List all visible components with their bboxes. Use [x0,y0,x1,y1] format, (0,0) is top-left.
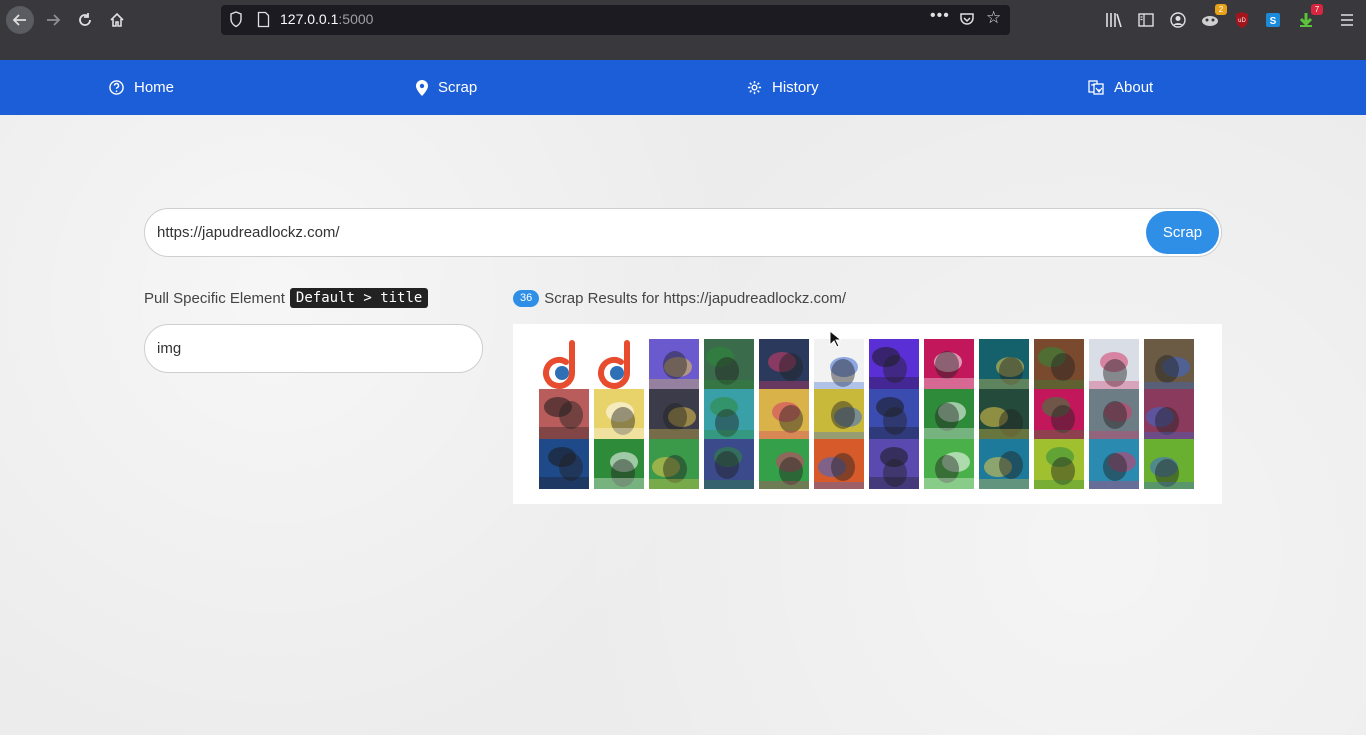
result-thumbnail[interactable] [649,439,699,489]
nav-about-link[interactable]: About [1088,60,1153,115]
result-thumbnail[interactable] [1034,389,1084,439]
result-thumbnail[interactable] [1089,339,1139,389]
url-input[interactable] [157,209,1137,256]
result-thumbnail[interactable] [594,339,644,389]
extension-a-badge: 2 [1215,4,1227,15]
library-icon[interactable] [1104,10,1124,30]
result-thumbnail[interactable] [594,389,644,439]
arrow-left-icon [12,14,26,26]
home-button[interactable] [103,6,131,34]
url-host: 127.0.0.1 [280,11,339,27]
result-thumbnail[interactable] [1144,439,1194,489]
result-thumbnail[interactable] [539,389,589,439]
mouse-cursor-icon [829,330,841,348]
nav-scrap-label: Scrap [438,79,478,96]
account-icon[interactable] [1168,10,1188,30]
address-url[interactable]: 127.0.0.1:5000 [280,11,373,27]
url-search-box: Scrap [144,208,1222,257]
back-button[interactable] [6,6,34,34]
result-thumbnail[interactable] [1089,439,1139,489]
page-icon[interactable] [257,11,270,28]
result-thumbnail[interactable] [814,439,864,489]
result-thumbnail[interactable] [539,339,589,389]
menu-icon[interactable] [1337,10,1357,30]
result-thumbnail[interactable] [704,439,754,489]
bookmark-star-icon[interactable]: ☆ [986,8,1001,28]
browser-toolbar: 127.0.0.1:5000 ••• ☆ 2 uD S 7 [0,0,1366,60]
result-thumbnail[interactable] [759,439,809,489]
results-heading-text: Scrap Results for https://japudreadlockz… [544,289,847,307]
extension-s-icon[interactable]: S [1263,10,1283,30]
pocket-icon[interactable] [959,11,975,27]
result-thumbnail[interactable] [924,439,974,489]
result-thumbnail[interactable] [869,389,919,439]
scrap-button[interactable]: Scrap [1146,211,1219,254]
result-thumbnail[interactable] [1144,339,1194,389]
sidebar-icon[interactable] [1136,10,1156,30]
nav-history-label: History [772,79,819,96]
result-thumbnail[interactable] [979,439,1029,489]
nav-home-link[interactable]: Home [109,60,174,115]
result-thumbnail[interactable] [924,389,974,439]
translate-icon [1088,80,1104,95]
forward-button[interactable] [39,6,67,34]
address-bar[interactable]: 127.0.0.1:5000 ••• ☆ [221,5,1010,35]
element-filter-text: Pull Specific Element [144,289,285,307]
default-tag-code: Default > title [289,288,429,308]
ublock-icon[interactable]: uD [1232,10,1252,30]
nav-about-label: About [1114,79,1154,96]
result-thumbnail[interactable] [1144,389,1194,439]
downloads-icon[interactable]: 7 [1296,4,1323,30]
nav-history-link[interactable]: History [747,60,819,115]
result-thumbnail[interactable] [649,389,699,439]
result-thumbnail[interactable] [1034,339,1084,389]
gear-icon [747,80,762,95]
svg-text:S: S [1270,16,1277,27]
result-thumbnail[interactable] [1034,439,1084,489]
arrow-right-icon [47,14,61,26]
results-heading: 36 Scrap Results for https://japudreadlo… [513,288,846,308]
downloads-badge: 7 [1311,4,1323,15]
url-port: :5000 [338,11,374,27]
reload-button[interactable] [71,6,99,34]
thumbnail-grid [539,339,1194,489]
home-icon [110,12,124,27]
result-thumbnail[interactable] [759,339,809,389]
result-thumbnail[interactable] [704,339,754,389]
result-thumbnail[interactable] [539,439,589,489]
question-circle-icon [109,80,124,95]
results-count-badge: 36 [513,289,540,307]
reload-icon [79,13,91,26]
site-navbar: Home Scrap History About [0,60,1366,115]
result-thumbnail[interactable] [704,389,754,439]
result-thumbnail[interactable] [869,339,919,389]
page-actions-icon[interactable]: ••• [930,7,950,25]
map-pin-icon [416,79,428,96]
shield-icon[interactable] [229,11,243,28]
result-thumbnail[interactable] [759,389,809,439]
results-panel [513,324,1222,504]
result-thumbnail[interactable] [979,339,1029,389]
result-thumbnail[interactable] [594,439,644,489]
result-thumbnail[interactable] [814,389,864,439]
element-filter-label: Pull Specific Element Default > title [144,286,429,310]
nav-home-label: Home [134,79,175,96]
extension-a-icon[interactable]: 2 [1200,4,1227,30]
result-thumbnail[interactable] [869,439,919,489]
result-thumbnail[interactable] [649,339,699,389]
result-thumbnail[interactable] [1089,389,1139,439]
result-thumbnail[interactable] [979,389,1029,439]
nav-scrap-link[interactable]: Scrap [416,60,477,115]
result-thumbnail[interactable] [924,339,974,389]
svg-text:uD: uD [1238,18,1246,24]
element-input[interactable] [144,324,483,373]
